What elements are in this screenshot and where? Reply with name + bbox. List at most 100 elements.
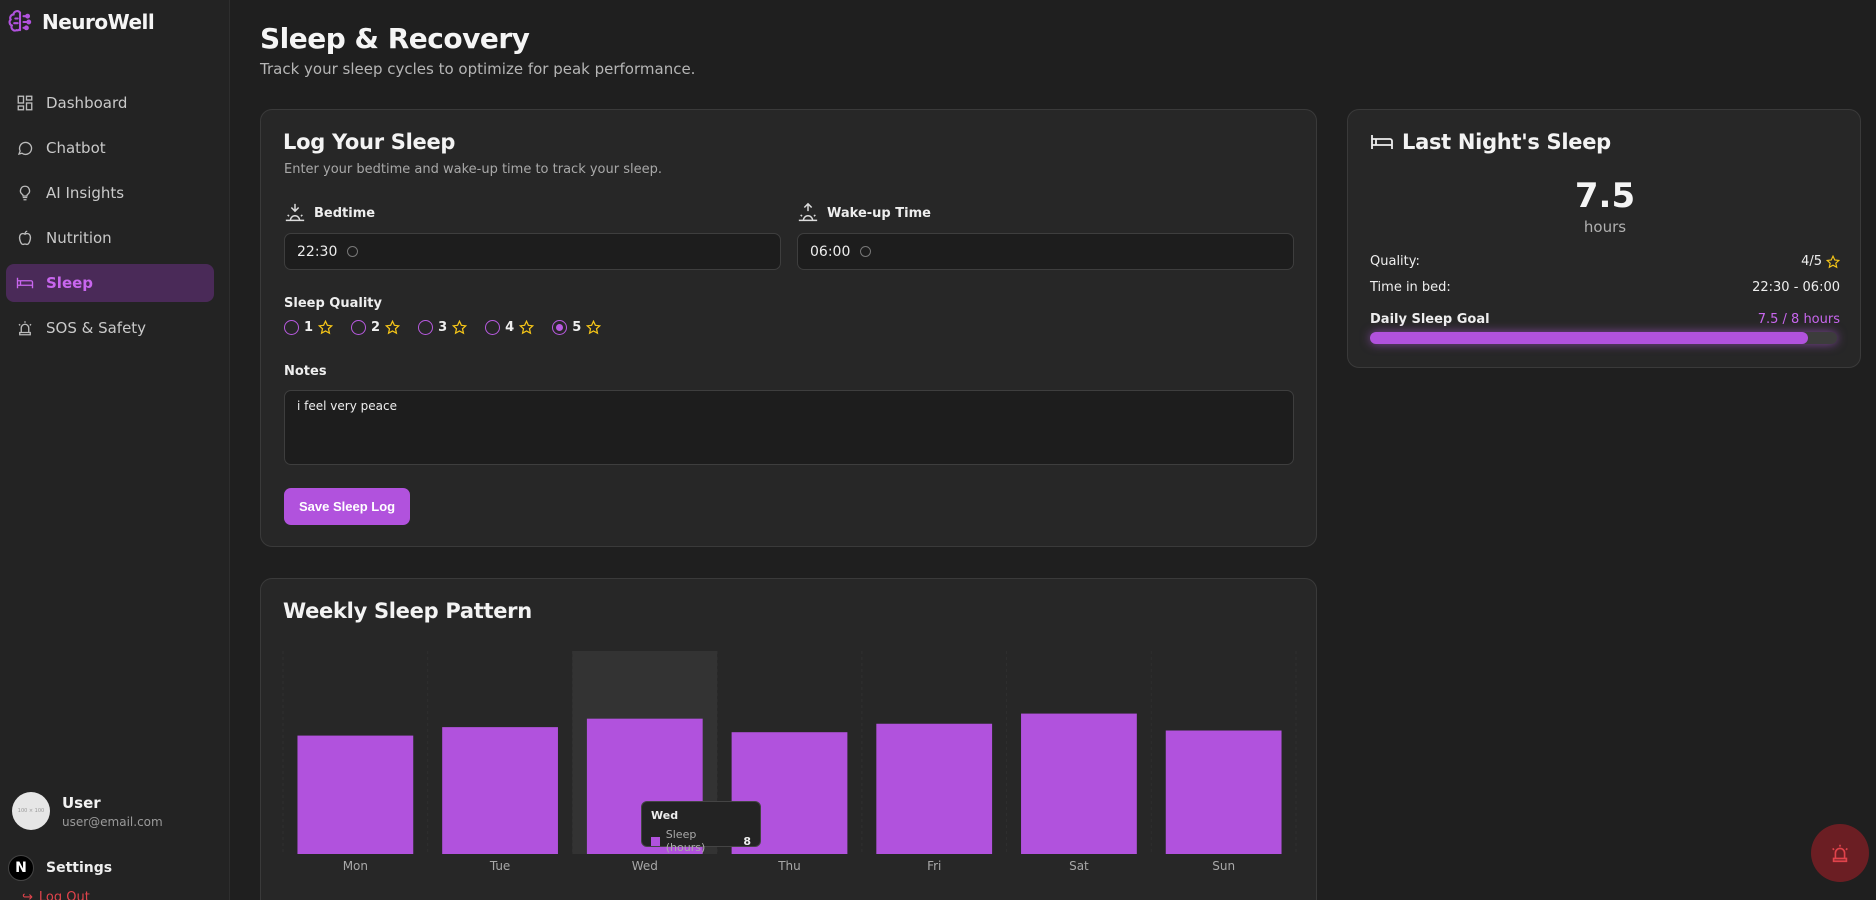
star-icon [318,320,334,335]
radio-button[interactable] [284,320,299,335]
time-in-bed-row: Time in bed: 22:30 - 06:00 [1370,280,1840,295]
user-email: user@email.com [62,814,163,829]
quality-option-1[interactable]: 1 [284,320,334,335]
star-icon [452,320,468,335]
sidebar-item-label: SOS & Safety [46,319,147,337]
sunset-icon [285,203,305,222]
clock-icon[interactable] [860,246,872,257]
bar-chart: Mon Tue Wed Thu Fri Sat Sun [282,651,1297,873]
x-tick-label: Tue [489,859,511,873]
settings-label: Settings [46,860,113,876]
logout-label: Log Out [38,890,90,900]
user-profile[interactable]: 100 × 100 User user@email.com [12,792,163,830]
logout-link[interactable]: ↪ Log Out [22,890,90,900]
siren-icon [1832,844,1848,863]
goal-row: Daily Sleep Goal 7.5 / 8 hours [1370,312,1840,327]
sleep-quality-radio-group: 1 2 3 4 5 [284,320,602,335]
last-night-card: Last Night's Sleep 7.5 hours Quality: 4/… [1347,109,1861,368]
sidebar-item-label: Nutrition [46,229,112,247]
settings-link[interactable]: N Settings [8,855,112,881]
quality-option-4[interactable]: 4 [485,320,535,335]
sidebar-item-label: AI Insights [46,184,125,202]
bed-icon [16,277,34,289]
x-tick-label: Mon [343,859,368,873]
goal-value: 7.5 / 8 hours [1757,312,1840,327]
chart-tooltip: Wed Sleep (hours) 8 [641,801,761,854]
bedtime-input[interactable]: 22:30 [284,233,781,270]
goal-label: Daily Sleep Goal [1370,312,1490,327]
sidebar-item-ai-insights[interactable]: AI Insights [6,174,214,212]
x-tick-label: Thu [777,859,801,873]
sleep-quality-label: Sleep Quality [284,296,382,311]
clock-icon[interactable] [347,246,359,257]
card-subtitle: Enter your bedtime and wake-up time to t… [284,162,662,177]
bar-mon[interactable] [297,735,414,854]
x-tick-label: Fri [927,859,941,873]
quality-option-5[interactable]: 5 [552,320,602,335]
brand[interactable]: NeuroWell [6,8,155,36]
sidebar-item-nutrition[interactable]: Nutrition [6,219,214,257]
star-icon [519,320,535,335]
wakeup-value: 06:00 [810,243,851,260]
tooltip-series: Sleep (hours) [665,828,706,854]
bedtime-value: 22:30 [297,243,338,260]
time-in-bed-label: Time in bed: [1370,280,1451,295]
logout-icon: ↪ [22,890,33,900]
quality-option-3[interactable]: 3 [418,320,468,335]
sidebar-nav: Dashboard Chatbot AI Insights Nutrition … [6,84,214,354]
radio-button[interactable] [485,320,501,335]
bedtime-label: Bedtime [284,202,375,224]
x-tick-label: Sun [1212,859,1235,873]
brain-icon [8,10,32,32]
star-icon [1826,254,1840,268]
notes-textarea[interactable]: i feel very peace [284,390,1294,465]
card-title: Log Your Sleep [283,130,456,154]
chat-icon [17,141,33,156]
brand-name: NeuroWell [42,10,155,34]
bar-sat[interactable] [1021,713,1137,854]
sleep-hours-unit: hours [1583,218,1627,236]
sidebar-item-label: Chatbot [46,139,106,157]
card-title: Last Night's Sleep [1370,130,1611,154]
tooltip-swatch [651,836,660,846]
time-in-bed-value: 22:30 - 06:00 [1752,280,1840,295]
radio-button[interactable] [351,320,367,335]
sleep-hours-value: 7.5 [1574,176,1636,216]
user-name: User [62,793,101,812]
goal-progress-bar [1370,332,1837,344]
star-icon [586,320,602,335]
dashboard-icon [17,95,33,111]
star-icon [385,320,401,335]
bar-fri[interactable] [876,723,993,854]
radio-button[interactable] [418,320,434,335]
weekly-sleep-chart-card: Weekly Sleep Pattern Mon Tue Wed Thu Fri Sat S… [260,578,1317,900]
wakeup-label: Wake-up Time [797,202,931,224]
avatar: 100 × 100 [12,792,50,830]
log-sleep-card: Log Your Sleep Enter your bedtime and wa… [260,109,1317,547]
page-title: Sleep & Recovery [260,22,530,55]
sidebar: NeuroWell Dashboard Chatbot AI Insights … [0,0,230,900]
bar-tue[interactable] [442,727,558,854]
save-sleep-log-button[interactable]: Save Sleep Log [284,488,411,525]
sos-button[interactable] [1811,824,1869,882]
tooltip-value: 8 [743,834,751,848]
quality-row: Quality: 4/5 [1370,254,1840,269]
wakeup-input[interactable]: 06:00 [797,233,1294,270]
siren-icon [18,321,32,336]
sidebar-item-sleep[interactable]: Sleep [6,264,214,302]
sunrise-icon [798,202,818,222]
n-badge-icon: N [8,855,34,881]
quality-value: 4/5 [1801,254,1822,269]
radio-button-selected[interactable] [552,320,568,335]
bar-sun[interactable] [1165,730,1282,854]
notes-label: Notes [284,364,327,379]
lightbulb-icon [19,185,31,201]
page-subtitle: Track your sleep cycles to optimize for … [260,60,696,78]
bed-icon [1371,135,1393,149]
sidebar-item-sos-safety[interactable]: SOS & Safety [6,309,214,347]
sidebar-item-chatbot[interactable]: Chatbot [6,129,214,167]
sidebar-item-label: Dashboard [46,94,128,112]
quality-option-2[interactable]: 2 [351,320,401,335]
sidebar-item-label: Sleep [46,274,94,292]
sidebar-item-dashboard[interactable]: Dashboard [6,84,214,122]
